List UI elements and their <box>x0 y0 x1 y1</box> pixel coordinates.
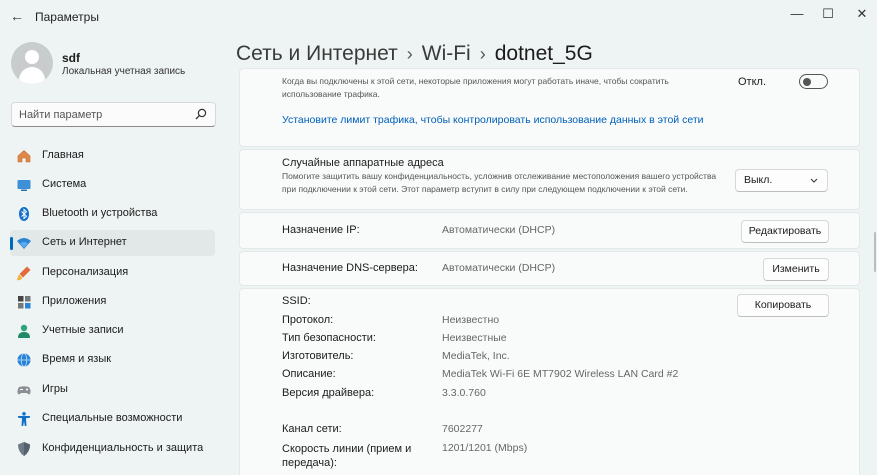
sidebar-item-label: Bluetooth и устройства <box>42 207 158 219</box>
user-account-type: Локальная учетная запись <box>62 66 186 77</box>
property-value: 7602277 <box>442 423 483 435</box>
sidebar-item-system[interactable]: Система <box>10 172 215 198</box>
ip-assignment-value: Автоматически (DHCP) <box>442 224 556 236</box>
chevron-down-icon <box>810 178 818 183</box>
random-mac-description: Помогите защитить вашу конфиденциальност… <box>282 171 717 194</box>
dns-assignment-card: Назначение DNS-сервера: Автоматически (D… <box>239 251 860 286</box>
sidebar-item-label: Игры <box>42 383 68 395</box>
person-icon <box>18 324 30 338</box>
sidebar-item-label: Конфиденциальность и защита <box>42 442 204 454</box>
maximize-button[interactable]: ☐ <box>816 4 840 24</box>
edit-ip-button[interactable]: Редактировать <box>741 220 829 243</box>
globe-clock-icon <box>17 353 31 367</box>
dns-assignment-value: Автоматически (DHCP) <box>442 262 556 274</box>
sidebar-item-label: Система <box>42 178 87 190</box>
sidebar-item-label: Учетные записи <box>42 324 124 336</box>
brush-icon <box>17 266 31 281</box>
toggle-knob <box>803 77 811 86</box>
random-mac-title: Случайные аппаратные адреса <box>282 157 444 169</box>
scrollbar[interactable] <box>874 232 876 272</box>
apps-icon <box>18 296 31 309</box>
property-value: Неизвестно <box>442 314 500 326</box>
property-label: Версия драйвера: <box>282 387 375 399</box>
sidebar-item-accounts[interactable]: Учетные записи <box>10 318 215 344</box>
sidebar-item-label: Специальные возможности <box>42 412 183 424</box>
accessibility-icon <box>18 412 30 426</box>
metered-toggle-label: Откл. <box>738 76 767 88</box>
property-value: Неизвестные <box>442 332 507 344</box>
random-mac-selected: Выкл. <box>744 174 773 186</box>
arrow-left-icon: ← <box>10 8 24 24</box>
sidebar-item-home[interactable]: Главная <box>10 143 215 169</box>
search-icon <box>195 108 207 120</box>
close-icon: ✕ <box>856 6 868 21</box>
ip-assignment-card: Назначение IP: Автоматически (DHCP) Реда… <box>239 212 860 249</box>
sidebar-item-bluetooth[interactable]: Bluetooth и устройства <box>10 201 215 227</box>
breadcrumb-item-network[interactable]: Сеть и Интернет <box>236 42 398 66</box>
breadcrumb-separator: › <box>406 44 413 64</box>
back-button[interactable]: ← <box>9 8 25 24</box>
dns-assignment-label: Назначение DNS-сервера: <box>282 262 418 274</box>
bluetooth-icon <box>19 207 29 221</box>
metered-description: Когда вы подключены к этой сети, некотор… <box>282 76 669 99</box>
sidebar-item-privacy[interactable]: Конфиденциальность и защита <box>10 436 215 462</box>
property-label: Канал сети: <box>282 423 342 435</box>
active-indicator <box>10 237 13 250</box>
metered-connection-card: Когда вы подключены к этой сети, некотор… <box>239 68 860 147</box>
random-mac-select[interactable]: Выкл. <box>735 169 828 192</box>
sidebar-item-label: Главная <box>42 149 84 161</box>
property-value: MediaTek Wi-Fi 6E MT7902 Wireless LAN Ca… <box>442 368 679 380</box>
set-data-limit-link[interactable]: Установите лимит трафика, чтобы контроли… <box>282 114 704 126</box>
sidebar-item-label: Приложения <box>42 295 107 307</box>
sidebar-item-label: Время и язык <box>42 353 112 365</box>
property-value: 1201/1201 (Mbps) <box>442 442 528 454</box>
breadcrumb-separator: › <box>479 44 486 64</box>
window-title: Параметры <box>35 10 99 24</box>
sidebar-item-gaming[interactable]: Игры <box>10 377 215 403</box>
sidebar-item-accessibility[interactable]: Специальные возможности <box>10 406 215 432</box>
breadcrumb-item-wifi[interactable]: Wi-Fi <box>422 42 471 66</box>
user-name: sdf <box>62 51 80 65</box>
gamepad-icon <box>17 386 31 395</box>
metered-toggle[interactable] <box>799 74 828 89</box>
minimize-icon: — <box>790 6 804 21</box>
random-mac-card: Случайные аппаратные адреса Помогите защ… <box>239 149 860 210</box>
properties-card: Копировать SSID: Протокол: Неизвестно Ти… <box>239 288 860 475</box>
sidebar-item-label: Персонализация <box>42 266 129 278</box>
property-label: SSID: <box>282 295 311 307</box>
sidebar-item-time-language[interactable]: Время и язык <box>10 347 215 373</box>
breadcrumb: Сеть и Интернет › Wi-Fi › dotnet_5G <box>236 42 593 66</box>
property-label: Изготовитель: <box>282 350 354 362</box>
sidebar-item-apps[interactable]: Приложения <box>10 289 215 315</box>
property-label: Скорость линии (прием и передача): <box>282 443 412 469</box>
shield-icon <box>18 442 30 456</box>
copy-properties-button[interactable]: Копировать <box>737 294 829 317</box>
wifi-icon <box>17 238 31 249</box>
sidebar-item-personalization[interactable]: Персонализация <box>10 260 215 286</box>
property-label: Протокол: <box>282 314 334 326</box>
sidebar-item-network[interactable]: Сеть и Интернет <box>10 230 215 256</box>
page-title: dotnet_5G <box>494 42 593 65</box>
property-label: Тип безопасности: <box>282 332 376 344</box>
property-value: 3.3.0.760 <box>442 387 486 399</box>
title-bar: ← Параметры — ☐ ✕ <box>0 0 877 32</box>
sidebar-item-label: Сеть и Интернет <box>42 236 127 248</box>
home-icon <box>17 150 31 163</box>
property-value: MediaTek, Inc. <box>442 350 510 362</box>
avatar[interactable] <box>11 42 53 84</box>
monitor-icon <box>17 180 31 191</box>
maximize-icon: ☐ <box>822 6 834 21</box>
property-label: Описание: <box>282 368 336 380</box>
minimize-button[interactable]: — <box>785 4 809 24</box>
close-button[interactable]: ✕ <box>850 4 874 24</box>
ip-assignment-label: Назначение IP: <box>282 224 360 236</box>
search-input[interactable] <box>19 107 194 123</box>
edit-dns-button[interactable]: Изменить <box>763 258 829 281</box>
search-box[interactable] <box>11 102 216 127</box>
